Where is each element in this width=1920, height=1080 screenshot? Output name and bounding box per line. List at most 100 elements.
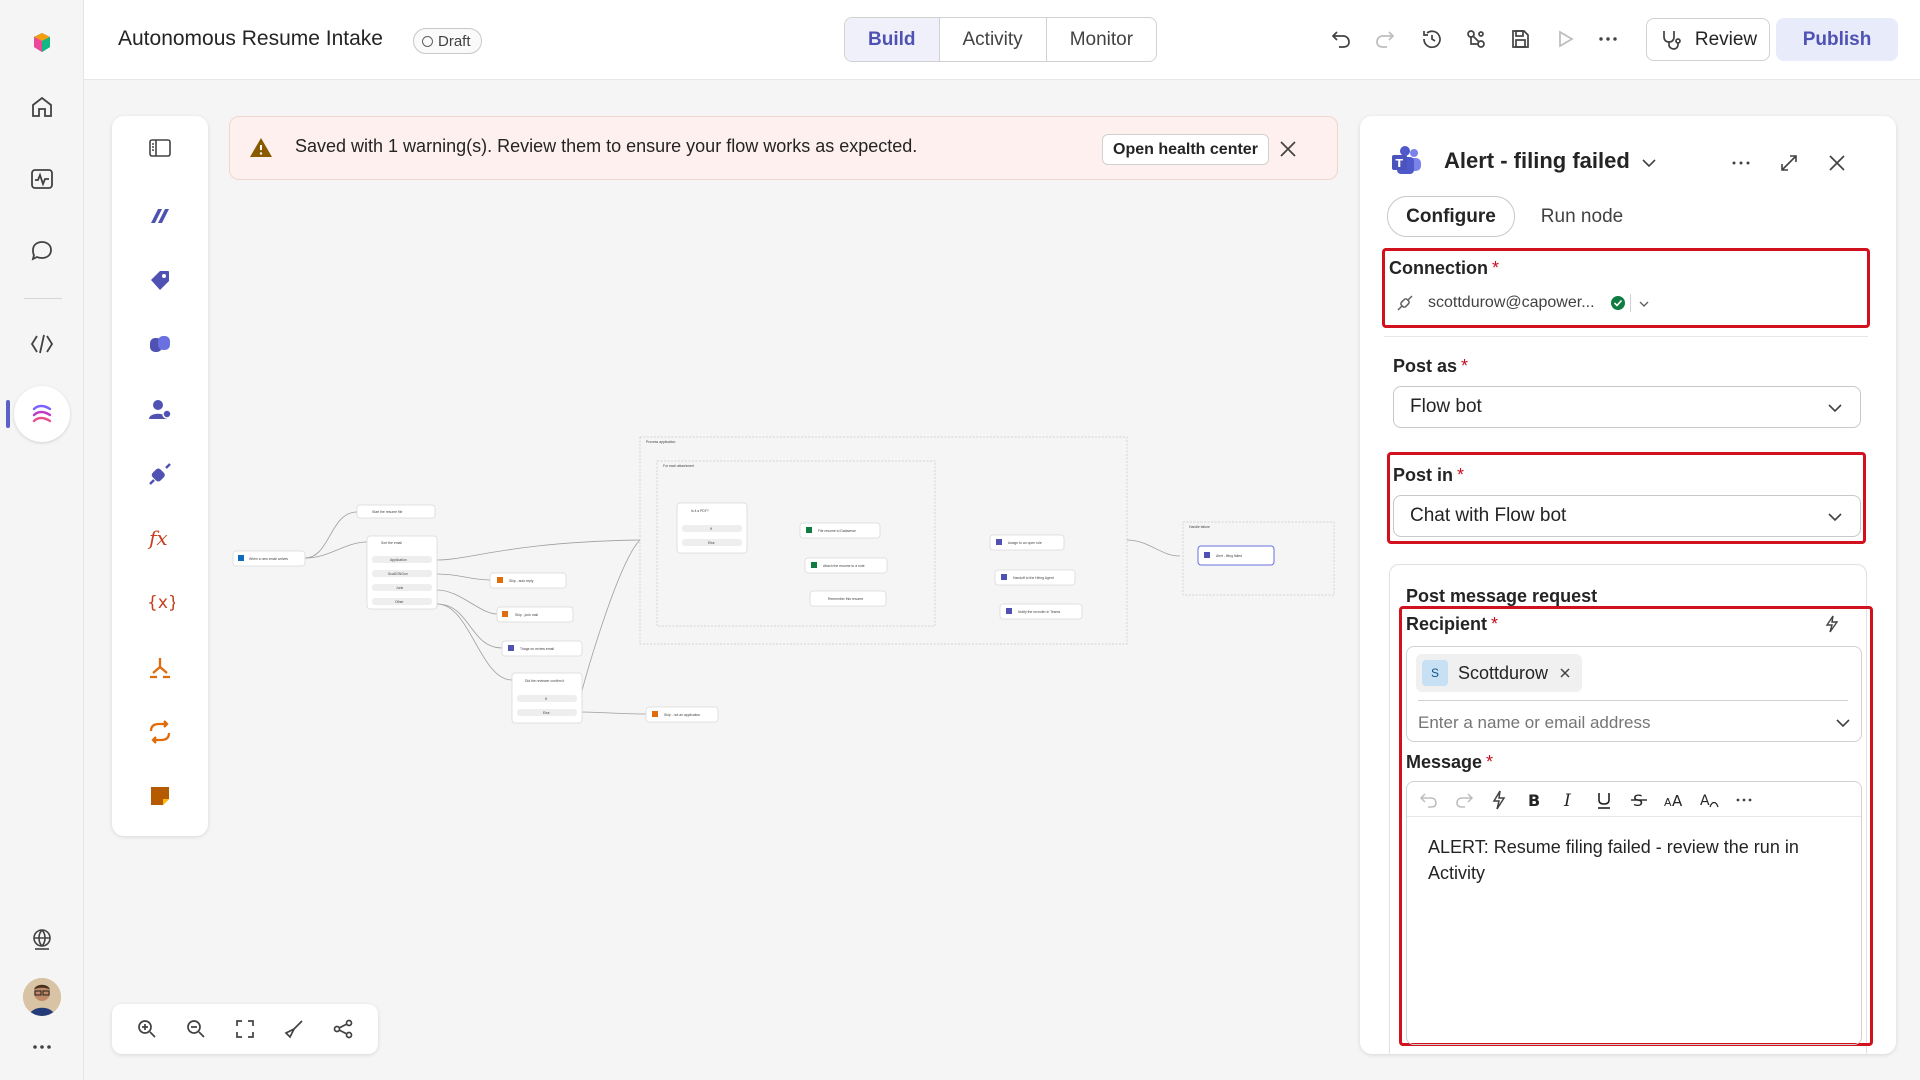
zoom-toolbar xyxy=(112,1004,378,1054)
more-icon[interactable] xyxy=(1730,152,1752,174)
more-format-icon[interactable] xyxy=(1733,789,1755,811)
svg-text:T: T xyxy=(1396,157,1404,170)
post-in-label-text: Post in xyxy=(1393,465,1454,485)
connector-icon[interactable] xyxy=(142,456,178,492)
home-icon[interactable] xyxy=(21,86,63,128)
undo-icon[interactable] xyxy=(1327,25,1355,53)
message-editor[interactable] xyxy=(1406,781,1862,1045)
ai-icon[interactable] xyxy=(142,198,178,234)
globe-icon[interactable] xyxy=(21,918,63,960)
dynamic-content-icon[interactable] xyxy=(1822,614,1842,634)
warning-icon xyxy=(250,138,272,157)
flow-diagram: Process application For each attachment … xyxy=(232,436,1335,724)
recipient-chip[interactable]: S Scottdurow xyxy=(1416,654,1583,692)
app-logo-icon[interactable] xyxy=(21,22,63,64)
chat-icon[interactable] xyxy=(21,230,63,272)
history-icon[interactable] xyxy=(1418,25,1446,53)
italic-icon[interactable]: I xyxy=(1558,789,1580,811)
svg-text:Junk: Junk xyxy=(396,586,403,590)
tab-activity[interactable]: Activity xyxy=(940,18,1047,61)
svg-text:Did the reviewer confirm it: Did the reviewer confirm it xyxy=(525,679,564,683)
fit-view-icon[interactable] xyxy=(233,1017,257,1041)
more-options-icon[interactable] xyxy=(1594,25,1622,53)
undo-format-icon[interactable] xyxy=(1418,789,1440,811)
message-label: Message * xyxy=(1406,752,1494,772)
svg-text:Other: Other xyxy=(395,600,404,604)
svg-text:I: I xyxy=(1563,791,1571,811)
open-health-center-button[interactable]: Open health center xyxy=(1102,134,1269,165)
loop-icon[interactable] xyxy=(142,714,178,750)
publish-button[interactable]: Publish xyxy=(1776,18,1898,61)
redo-format-icon[interactable] xyxy=(1453,789,1475,811)
note-icon[interactable] xyxy=(142,778,178,814)
post-as-select[interactable]: Flow bot xyxy=(1393,386,1861,428)
svg-text:Triage on review email: Triage on review email xyxy=(520,647,554,651)
zoom-in-icon[interactable] xyxy=(135,1017,159,1041)
plug-icon xyxy=(1397,295,1413,311)
svg-text:Attach the resume to a note: Attach the resume to a note xyxy=(823,564,865,568)
status-badge-label: Draft xyxy=(438,32,471,50)
post-in-select[interactable]: Chat with Flow bot xyxy=(1393,495,1861,537)
recipient-input[interactable] xyxy=(1418,708,1818,738)
tab-run-node[interactable]: Run node xyxy=(1528,196,1636,237)
tab-configure[interactable]: Configure xyxy=(1387,196,1515,237)
expand-icon[interactable] xyxy=(1778,152,1800,174)
tab-monitor[interactable]: Monitor xyxy=(1047,18,1156,61)
insert-dynamic-icon[interactable] xyxy=(1488,789,1510,811)
variable-icon[interactable]: {x} xyxy=(142,584,178,620)
close-panel-icon[interactable] xyxy=(1826,152,1848,174)
font-style-icon[interactable]: A xyxy=(1698,789,1720,811)
message-text[interactable]: ALERT: Resume filing failed - review the… xyxy=(1428,834,1848,886)
chevron-down-icon[interactable] xyxy=(1640,154,1658,172)
post-message-section-label: Post message request xyxy=(1406,586,1598,606)
tab-build[interactable]: Build xyxy=(845,18,940,61)
svg-text:Notify the recruiter in Teams: Notify the recruiter in Teams xyxy=(1018,610,1060,614)
save-icon[interactable] xyxy=(1506,25,1534,53)
close-icon[interactable] xyxy=(1277,138,1299,160)
svg-text:Process application: Process application xyxy=(646,440,676,444)
analytics-icon[interactable] xyxy=(21,158,63,200)
draft-circle-icon xyxy=(422,35,433,47)
run-icon[interactable] xyxy=(1551,25,1579,53)
connection-chevron-icon[interactable] xyxy=(1637,297,1651,311)
fx-icon[interactable]: fx xyxy=(142,520,178,556)
zoom-out-icon[interactable] xyxy=(184,1017,208,1041)
svg-text:If: If xyxy=(710,527,712,531)
minimap-icon[interactable] xyxy=(331,1017,355,1041)
more-icon[interactable] xyxy=(21,1026,63,1068)
format-toolbar: B I S AA A xyxy=(1418,789,1755,811)
post-in-label: Post in * xyxy=(1393,465,1465,485)
recipient-label-text: Recipient xyxy=(1406,614,1488,634)
svg-text:Skip - junk mail: Skip - junk mail xyxy=(515,613,538,617)
clean-up-icon[interactable] xyxy=(282,1017,306,1041)
svg-text:File resume to Dataverse: File resume to Dataverse xyxy=(818,529,856,533)
svg-text:Else: Else xyxy=(543,711,550,715)
svg-text:For each attachment: For each attachment xyxy=(663,464,694,468)
flow-canvas[interactable]: Process application For each attachment … xyxy=(229,190,1338,990)
svg-text:Handle failure: Handle failure xyxy=(1189,525,1210,529)
flow-title[interactable]: Autonomous Resume Intake xyxy=(118,27,383,51)
recipient-chevron-icon[interactable] xyxy=(1834,714,1852,732)
bold-icon[interactable]: B xyxy=(1523,789,1545,811)
connection-value[interactable]: scottdurow@capower... xyxy=(1428,294,1595,312)
remove-recipient-icon[interactable] xyxy=(1558,666,1572,680)
connections-icon[interactable] xyxy=(1462,25,1490,53)
copilot-icon[interactable] xyxy=(142,326,178,362)
people-icon[interactable] xyxy=(142,392,178,428)
code-icon[interactable] xyxy=(21,323,63,365)
underline-icon[interactable] xyxy=(1593,789,1615,811)
panel-toggle-icon[interactable] xyxy=(142,130,178,166)
svg-text:Remember this resume: Remember this resume xyxy=(828,597,863,601)
font-size-icon[interactable]: AA xyxy=(1663,789,1685,811)
svg-text:When a new email arrives: When a new email arrives xyxy=(249,557,288,561)
stethoscope-icon xyxy=(1662,30,1681,50)
review-button[interactable]: Review xyxy=(1646,18,1770,61)
tag-icon[interactable] xyxy=(142,262,178,298)
warning-banner: Saved with 1 warning(s). Review them to … xyxy=(229,116,1338,180)
strikethrough-icon[interactable]: S xyxy=(1628,789,1650,811)
branch-icon[interactable] xyxy=(142,650,178,686)
redo-icon[interactable] xyxy=(1371,25,1399,53)
avatar[interactable] xyxy=(23,978,61,1016)
flows-icon[interactable] xyxy=(14,386,70,442)
svg-text:A: A xyxy=(1700,793,1710,809)
